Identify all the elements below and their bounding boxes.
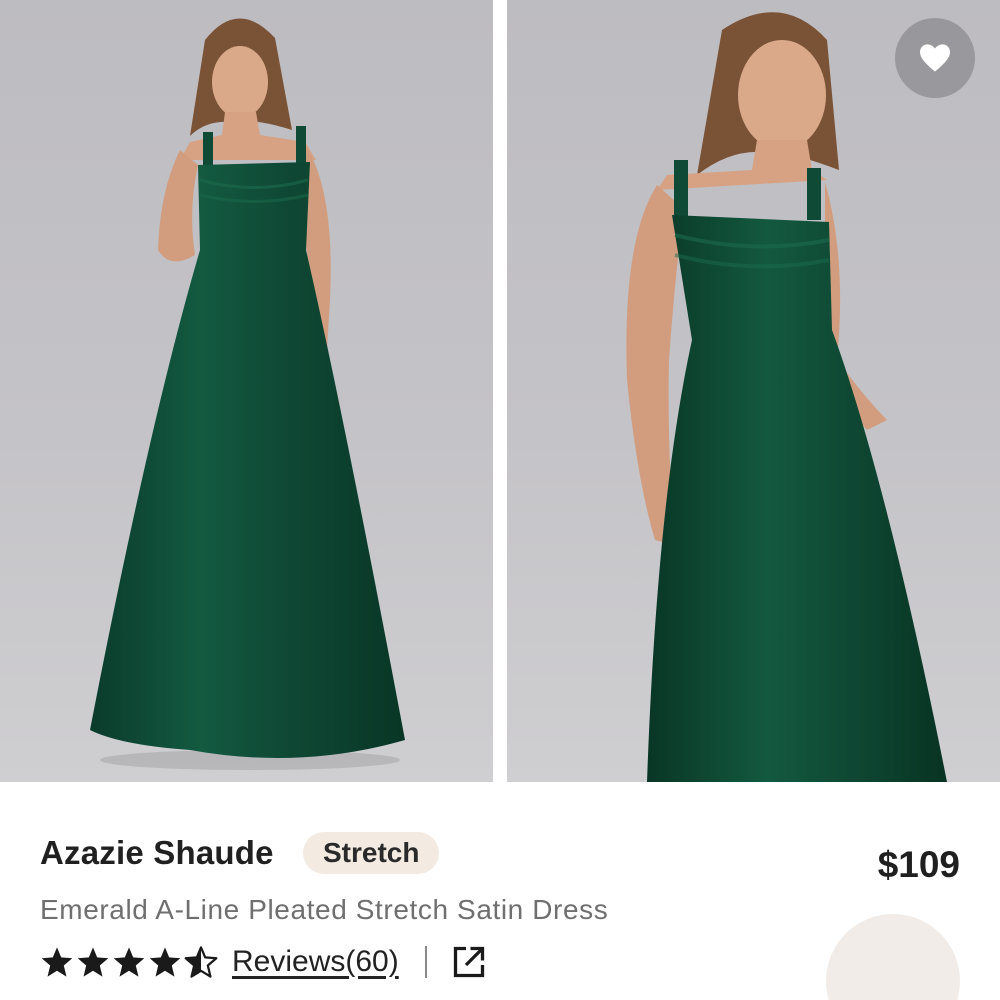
reviews-link[interactable]: Reviews(60): [232, 945, 399, 979]
product-image-gallery: [0, 0, 1000, 782]
star-rating: [40, 946, 218, 978]
stretch-badge: Stretch: [303, 832, 440, 874]
product-brand: Azazie Shaude: [40, 834, 274, 871]
heart-icon: [920, 44, 950, 72]
star-icon: [149, 947, 181, 977]
half-star-icon: [184, 946, 218, 978]
divider: [424, 946, 427, 978]
product-title: Emerald A-Line Pleated Stretch Satin Dre…: [40, 894, 609, 925]
product-photo-full-length[interactable]: [0, 0, 493, 782]
model-illustration: [626, 12, 947, 782]
star-icon: [77, 947, 109, 977]
rating-row: Reviews(60): [40, 940, 487, 984]
model-illustration: [90, 18, 405, 770]
color-swatch[interactable]: [826, 914, 960, 1000]
product-info: Azazie Shaude Stretch $109 Emerald A-Lin…: [0, 782, 1000, 1000]
product-price: $109: [877, 844, 960, 885]
product-photo-closeup[interactable]: [507, 0, 1000, 782]
share-icon[interactable]: [451, 944, 487, 980]
star-icon: [113, 947, 145, 977]
favorite-button[interactable]: [895, 18, 975, 98]
star-icon: [41, 947, 73, 977]
